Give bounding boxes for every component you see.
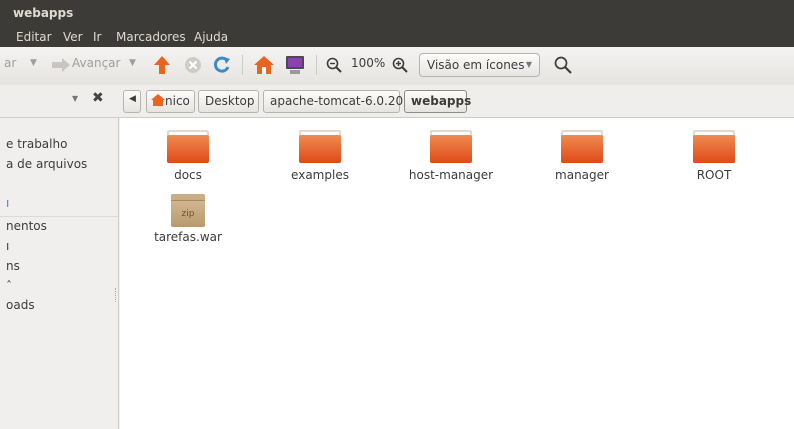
menu-item-marcadores[interactable]: Marcadores (116, 30, 186, 44)
window-title: webapps (13, 6, 74, 20)
forward-button[interactable]: Avançar (72, 56, 120, 70)
folder-icon (299, 130, 341, 163)
breadcrumb-label: apache-tomcat-6.0.20 (270, 94, 404, 108)
sidebar-item-videos[interactable]: ˆ (6, 279, 12, 293)
zip-archive-icon: zip (171, 194, 205, 227)
folder-icon (430, 130, 472, 163)
view-mode-dropdown-icon: ▼ (525, 60, 532, 69)
zoom-level: 100% (351, 56, 386, 70)
zoom-in-icon[interactable] (390, 54, 410, 76)
view-mode-select[interactable]: Visão em ícones ▼ (419, 53, 540, 77)
sidebar-divider (0, 216, 118, 217)
breadcrumb-desktop[interactable]: Desktop (198, 90, 259, 113)
window-title-bar: webapps (0, 0, 794, 27)
toolbar: ar ▼ Avançar ▼ 100% Visão em ícones ▼ (0, 47, 794, 85)
breadcrumb-label: Desktop (205, 94, 255, 108)
up-arrow-icon[interactable] (151, 54, 173, 76)
file-label: examples (291, 168, 349, 182)
forward-arrow-icon[interactable] (50, 54, 72, 76)
file-label: tarefas.war (154, 230, 222, 244)
sidebar-item-filesystem[interactable]: a de arquivos (6, 157, 87, 171)
sidebar-select-dropdown-icon[interactable]: ▼ (72, 94, 78, 103)
file-item-docs[interactable]: docs (133, 130, 243, 182)
folder-icon (561, 130, 603, 163)
toolbar-separator (316, 55, 317, 75)
sidebar-item-documents[interactable]: nentos (6, 219, 47, 233)
file-view: docs examples host-manager manager ROOT … (120, 118, 794, 429)
sidebar: e trabalho a de arquivos ı nentos ı ns ˆ… (0, 118, 119, 429)
menu-item-editar[interactable]: Editar (16, 30, 52, 44)
search-icon[interactable] (552, 54, 574, 76)
computer-icon[interactable] (283, 54, 307, 76)
menu-item-ir[interactable]: Ir (93, 30, 101, 44)
file-item-root[interactable]: ROOT (659, 130, 769, 182)
sidebar-item-music[interactable]: ı (6, 239, 9, 253)
sidebar-item-section[interactable]: ı (6, 196, 9, 210)
breadcrumb-label: nico (165, 94, 190, 108)
sidebar-item-images[interactable]: ns (6, 259, 20, 273)
breadcrumb-label: webapps (411, 94, 472, 108)
file-item-manager[interactable]: manager (527, 130, 637, 182)
reload-icon[interactable] (211, 54, 233, 76)
file-label: manager (555, 168, 609, 182)
breadcrumb-webapps[interactable]: webapps (404, 90, 471, 113)
breadcrumb-home[interactable]: nico (146, 90, 195, 113)
location-bar: ▼ ✖ ◀ nico Desktop apache-tomcat-6.0.20 … (0, 85, 794, 118)
sidebar-item-desktop[interactable]: e trabalho (6, 137, 67, 151)
back-dropdown-icon[interactable]: ▼ (30, 58, 37, 68)
toolbar-separator (242, 55, 243, 75)
file-label: host-manager (408, 168, 494, 182)
stop-icon[interactable] (182, 54, 204, 76)
folder-icon (167, 130, 209, 163)
back-button[interactable]: ar (4, 56, 16, 70)
home-icon[interactable] (252, 54, 276, 76)
view-mode-label: Visão em ícones (427, 58, 525, 72)
breadcrumb-apache-tomcat[interactable]: apache-tomcat-6.0.20 (263, 90, 404, 113)
sidebar-item-downloads[interactable]: oads (6, 298, 35, 312)
file-item-host-manager[interactable]: host-manager (396, 130, 506, 182)
file-item-examples[interactable]: examples (265, 130, 375, 182)
zip-badge: zip (181, 209, 195, 219)
home-icon (151, 94, 165, 106)
menu-bar: Editar Ver Ir Marcadores Ajuda (0, 27, 794, 47)
folder-icon (693, 130, 735, 163)
sidebar-resize-handle[interactable] (115, 288, 117, 302)
breadcrumb-scroll-left[interactable]: ◀ (123, 90, 141, 113)
file-item-tarefas-war[interactable]: zip tarefas.war (133, 194, 243, 244)
close-sidebar-icon[interactable]: ✖ (92, 90, 104, 106)
file-label: ROOT (696, 168, 732, 182)
menu-item-ver[interactable]: Ver (63, 30, 83, 44)
menu-item-ajuda[interactable]: Ajuda (194, 30, 228, 44)
forward-dropdown-icon[interactable]: ▼ (129, 58, 136, 68)
zoom-out-icon[interactable] (324, 54, 344, 76)
file-label: docs (174, 168, 202, 182)
